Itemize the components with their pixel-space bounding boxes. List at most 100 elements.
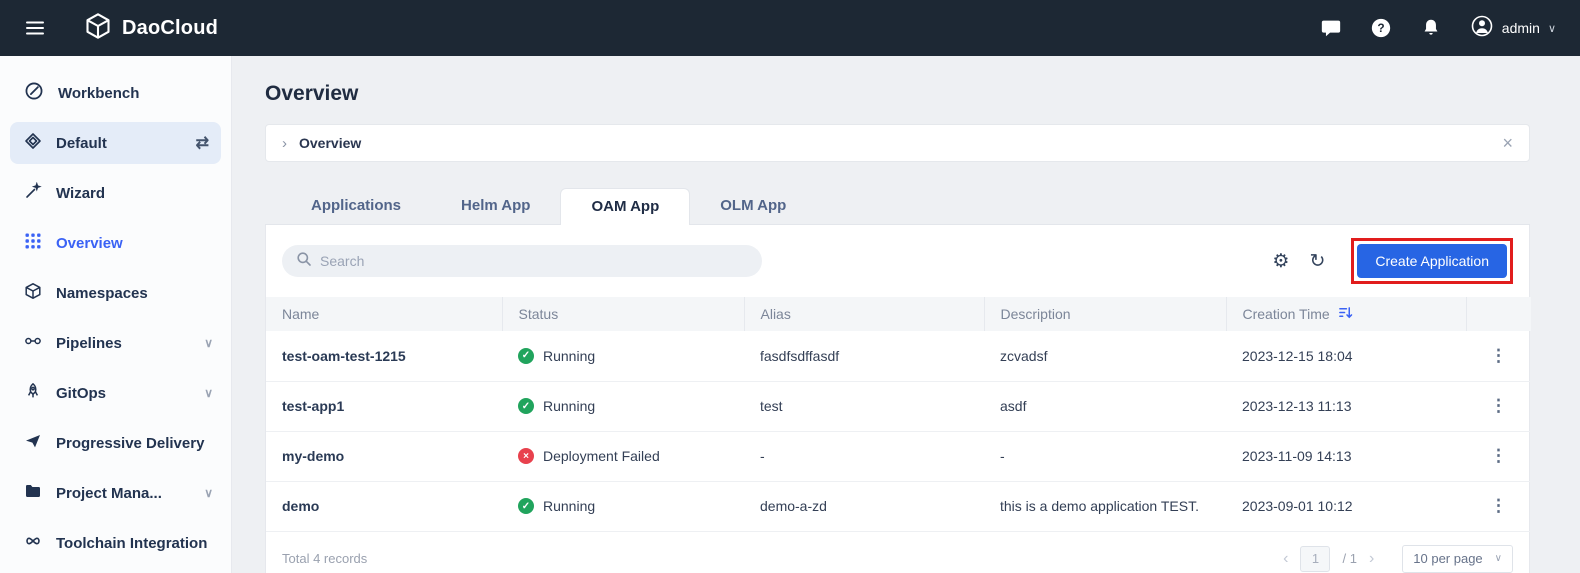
cell-creation-time: 2023-12-13 11:13 bbox=[1226, 381, 1466, 432]
create-application-button[interactable]: Create Application bbox=[1357, 244, 1507, 278]
settings-gear-icon[interactable]: ⚙ bbox=[1272, 252, 1289, 271]
per-page-select[interactable]: 10 per page ∨ bbox=[1402, 544, 1513, 573]
sidebar-item-label: Namespaces bbox=[56, 284, 148, 302]
row-more-actions-icon[interactable]: ⋮ bbox=[1482, 446, 1515, 466]
sidebar-item-default[interactable]: Default ⇄ bbox=[10, 122, 221, 164]
tab-oam-app[interactable]: OAM App bbox=[560, 188, 691, 225]
sidebar-item-label: Default bbox=[56, 134, 107, 152]
chevron-down-icon: ∨ bbox=[204, 386, 213, 400]
notification-bell-icon[interactable] bbox=[1420, 17, 1442, 39]
workbench-icon bbox=[24, 81, 44, 105]
cell-description: - bbox=[984, 431, 1226, 482]
status-text: Deployment Failed bbox=[543, 448, 660, 464]
table-row[interactable]: test-oam-test-1215 ✓ Running fasdfsdffas… bbox=[266, 331, 1531, 382]
user-chevron-down-icon: ∨ bbox=[1547, 22, 1556, 35]
refresh-icon[interactable]: ↻ bbox=[1309, 252, 1325, 271]
status-text: Running bbox=[543, 398, 596, 414]
cell-creation-time: 2023-12-15 18:04 bbox=[1226, 331, 1466, 382]
search-icon bbox=[296, 251, 312, 272]
topbar: DaoCloud ? admin ∨ bbox=[0, 0, 1580, 56]
brand-logo[interactable]: DaoCloud bbox=[84, 12, 218, 45]
chat-icon[interactable] bbox=[1320, 17, 1342, 39]
status-cell-content: ✓ Running bbox=[518, 398, 728, 414]
tab-bar: Applications Helm App OAM App OLM App bbox=[265, 188, 1530, 225]
cell-actions: ⋮ bbox=[1466, 381, 1531, 432]
sidebar-item-label: Pipelines bbox=[56, 334, 122, 352]
user-menu[interactable]: admin ∨ bbox=[1470, 14, 1556, 43]
status-text: Running bbox=[543, 347, 596, 364]
cell-description: asdf bbox=[984, 381, 1226, 432]
table-row[interactable]: test-app1 ✓ Running test asdf 2023-12-13… bbox=[266, 381, 1531, 432]
cell-creation-time: 2023-11-09 14:13 bbox=[1226, 431, 1466, 482]
sidebar-item-overview[interactable]: Overview bbox=[0, 218, 231, 268]
tab-helm-app[interactable]: Helm App bbox=[431, 188, 560, 224]
chevron-down-icon: ∨ bbox=[204, 336, 213, 350]
sidebar-item-label: Overview bbox=[56, 234, 123, 252]
table-body: test-oam-test-1215 ✓ Running fasdfsdffas… bbox=[266, 331, 1531, 532]
default-workspace-icon bbox=[24, 132, 42, 154]
sidebar-item-progressive-delivery[interactable]: Progressive Delivery bbox=[0, 418, 231, 468]
sidebar-item-label: GitOps bbox=[56, 384, 107, 402]
app-window: DaoCloud ? admin ∨ Workbench Default ⇄ W… bbox=[0, 0, 1580, 573]
sidebar-item-gitops[interactable]: GitOps ∨ bbox=[0, 368, 231, 418]
table-row[interactable]: demo ✓ Running demo-a-zd this is a demo … bbox=[266, 481, 1531, 532]
tab-olm-app[interactable]: OLM App bbox=[690, 188, 816, 224]
column-header-description: Description bbox=[983, 297, 1226, 331]
switch-workspace-icon[interactable]: ⇄ bbox=[196, 133, 209, 153]
previous-page-icon[interactable]: ‹ bbox=[1283, 550, 1288, 568]
cell-name: test-oam-test-1215 bbox=[266, 331, 502, 382]
oam-app-panel: ⚙ ↻ Create Application Name Status Alias bbox=[265, 225, 1531, 573]
status-cell-content: ✓ Running bbox=[518, 498, 728, 514]
table-footer: Total 4 records ‹ 1 / 1 › 10 per page ∨ bbox=[266, 532, 1529, 573]
breadcrumb: › Overview × bbox=[265, 124, 1530, 162]
sidebar: Workbench Default ⇄ Wizard Overview Name… bbox=[0, 56, 232, 573]
chevron-down-icon: ∨ bbox=[204, 486, 213, 500]
status-text: Running bbox=[543, 498, 596, 514]
sidebar-item-project-management[interactable]: Project Mana... ∨ bbox=[0, 468, 231, 518]
avatar-icon bbox=[1470, 14, 1494, 43]
cell-alias: demo-a-zd bbox=[744, 481, 984, 532]
current-page-input[interactable]: 1 bbox=[1300, 545, 1331, 572]
table-row[interactable]: my-demo × Deployment Failed - - 2023-11-… bbox=[266, 431, 1531, 482]
tab-applications[interactable]: Applications bbox=[281, 188, 431, 224]
sidebar-item-toolchain-integration[interactable]: Toolchain Integration bbox=[0, 518, 231, 568]
search-input[interactable] bbox=[320, 253, 748, 269]
search-box[interactable] bbox=[282, 245, 762, 277]
sidebar-item-pipelines[interactable]: Pipelines ∨ bbox=[0, 318, 231, 368]
cell-status: × Deployment Failed bbox=[502, 431, 744, 482]
cell-alias: - bbox=[744, 431, 984, 482]
row-more-actions-icon[interactable]: ⋮ bbox=[1482, 346, 1515, 366]
progressive-delivery-icon bbox=[24, 432, 42, 454]
status-cell-content: ✓ Running bbox=[518, 347, 728, 364]
sort-descending-icon[interactable] bbox=[1338, 305, 1353, 323]
cell-alias: fasdfsdffasdf bbox=[744, 331, 984, 382]
cell-status: ✓ Running bbox=[502, 481, 744, 532]
help-icon[interactable]: ? bbox=[1370, 17, 1392, 39]
hamburger-menu-icon[interactable] bbox=[24, 17, 46, 39]
sidebar-item-wizard[interactable]: Wizard bbox=[0, 168, 231, 218]
cell-status: ✓ Running bbox=[502, 381, 744, 432]
project-folder-icon bbox=[24, 482, 42, 504]
next-page-icon[interactable]: › bbox=[1369, 550, 1374, 568]
column-header-actions bbox=[1465, 297, 1531, 331]
row-more-actions-icon[interactable]: ⋮ bbox=[1482, 396, 1515, 416]
breadcrumb-chevron-icon[interactable]: › bbox=[282, 135, 287, 152]
table-toolbar: ⚙ ↻ Create Application bbox=[266, 225, 1529, 297]
gitops-rocket-icon bbox=[24, 382, 42, 404]
cell-name: demo bbox=[266, 481, 502, 532]
total-records-label: Total 4 records bbox=[282, 551, 368, 566]
status-icon: ✓ bbox=[518, 347, 534, 364]
status-icon: × bbox=[518, 448, 534, 464]
wizard-wand-icon bbox=[24, 181, 42, 204]
sidebar-item-namespaces[interactable]: Namespaces bbox=[0, 268, 231, 318]
cell-alias: test bbox=[744, 381, 984, 432]
cell-name: my-demo bbox=[266, 431, 502, 482]
breadcrumb-close-icon[interactable]: × bbox=[1502, 134, 1513, 152]
cell-actions: ⋮ bbox=[1466, 431, 1531, 482]
table-header-row: Name Status Alias Description Creation T… bbox=[266, 297, 1531, 331]
row-more-actions-icon[interactable]: ⋮ bbox=[1482, 496, 1515, 516]
sidebar-item-workbench[interactable]: Workbench bbox=[0, 68, 231, 118]
status-icon: ✓ bbox=[518, 398, 534, 414]
toolchain-infinity-icon bbox=[24, 532, 42, 554]
column-header-alias: Alias bbox=[743, 297, 984, 331]
